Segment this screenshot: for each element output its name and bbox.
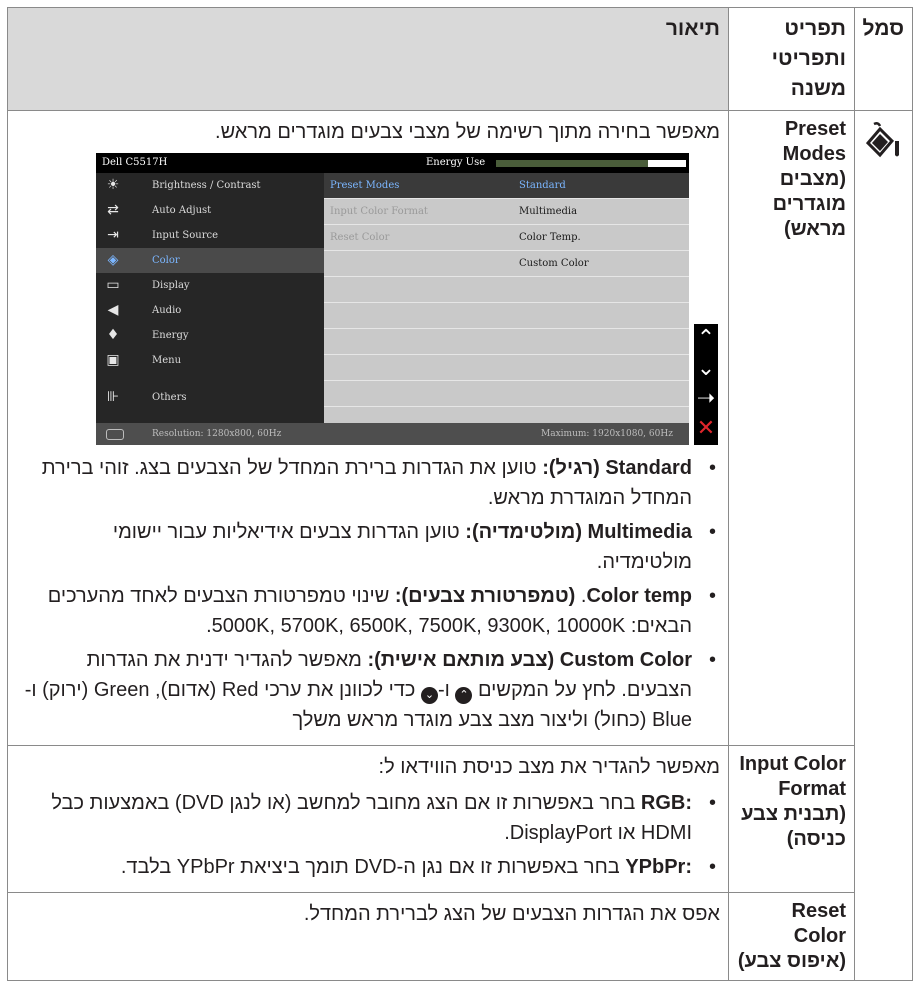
others-icon: ⊪ (106, 389, 120, 405)
osd-maximum: Maximum: 1920x1080, 60Hz (541, 429, 673, 439)
brightness-icon: ☀ (106, 177, 120, 193)
osd-resolution: Resolution: 1280x800, 60Hz (152, 429, 282, 439)
description-reset-color: אפס את הגדרות הצבעים של הצג לברירת המחדל… (7, 892, 729, 981)
list-item: YPbPr: בחר באפשרות זו אם נגן ה-DVD תומך … (16, 852, 716, 882)
list-item: RGB: בחר באפשרות זו אם הצג מחובר למחשב (… (16, 788, 716, 848)
table-row: Input Color Format (תבנית צבע כניסה) מאפ… (7, 745, 913, 893)
menu-description-table: סמל תפריט ותפריטי משנה תיאור Preset Mode… (7, 7, 913, 981)
osd-menu: Dell C5517H Energy Use ☀ Brightness / Con… (96, 153, 689, 445)
auto-adjust-icon: ⇄ (107, 202, 119, 218)
up-button-icon: ⌃ (455, 687, 473, 704)
preset-modes-list: Standard (רגיל): טוען את הגדרות ברירת המ… (16, 453, 720, 735)
osd-row-empty (324, 277, 689, 303)
down-button-icon: ⌄ (421, 687, 438, 704)
input-source-icon: ⇥ (107, 227, 119, 243)
list-item: Standard (רגיל): טוען את הגדרות ברירת המ… (16, 453, 716, 513)
osd-model: Dell C5517H (102, 157, 168, 168)
reset-color-intro: אפס את הגדרות הצבעים של הצג לברירת המחדל… (303, 903, 720, 925)
energy-bar (496, 160, 686, 167)
osd-row[interactable]: Reset Color Color Temp. (324, 225, 689, 251)
right-arrow-icon[interactable]: ➝ (694, 384, 718, 414)
preset-modes-intro: מאפשר בחירה מתוך רשימה של מצבי צבעים מוג… (215, 121, 720, 143)
energy-bar-fill (496, 160, 648, 167)
down-arrow-icon[interactable]: ⌄ (694, 354, 718, 384)
description-input-color-format: מאפשר להגדיר את מצב כניסת הווידאו ל: RGB… (7, 745, 729, 893)
osd-row[interactable]: Input Color Format Multimedia (324, 199, 689, 225)
input-color-format-intro: מאפשר להגדיר את מצב כניסת הווידאו ל: (378, 756, 720, 778)
list-item: Custom Color (צבע מותאם אישית): מאפשר לה… (16, 645, 716, 735)
menu-icon: ▣ (106, 352, 120, 368)
osd-screenshot: Dell C5517H Energy Use ☀ Brightness / Con… (96, 153, 720, 445)
audio-icon: ◀ (107, 302, 119, 318)
up-arrow-icon[interactable]: ⌃ (694, 324, 718, 354)
table-row: Reset Color (איפוס צבע) אפס את הגדרות הצ… (7, 892, 913, 981)
osd-main-menu: ☀ Brightness / Contrast ⇄ Auto Adjust ⇥ Inp… (96, 173, 324, 423)
osd-row[interactable]: Custom Color (324, 251, 689, 277)
submenu-reset-color: Reset Color (איפוס צבע) (728, 892, 855, 981)
osd-item-display[interactable]: ▭ Display (96, 273, 324, 298)
osd-item-energy[interactable]: ♦ Energy (96, 323, 324, 348)
osd-item-auto-adjust[interactable]: ⇄ Auto Adjust (96, 198, 324, 223)
energy-icon: ♦ (106, 327, 120, 343)
osd-row-empty (324, 303, 689, 329)
color-icon: ◈ (107, 252, 119, 268)
list-item: Multimedia (מולטימדיה): טוען הגדרות צבעי… (16, 517, 716, 577)
osd-item-brightness[interactable]: ☀ Brightness / Contrast (96, 173, 324, 198)
color-icon (865, 122, 899, 158)
osd-row-empty (324, 329, 689, 355)
vga-icon (106, 429, 124, 440)
close-icon[interactable]: ✕ (694, 414, 718, 444)
osd-item-color[interactable]: ◈ Color (96, 248, 324, 273)
osd-title-bar: Dell C5517H Energy Use (96, 153, 689, 173)
input-color-format-list: RGB: בחר באפשרות זו אם הצג מחובר למחשב (… (16, 788, 720, 882)
osd-submenu-panel: Preset Modes Standard Input Color Format M… (324, 173, 689, 423)
list-item: Color temp. (טמפרטורת צבעים): שינוי טמפר… (16, 581, 716, 641)
osd-status-bar: Resolution: 1280x800, 60Hz Maximum: 1920… (96, 423, 689, 445)
osd-item-others[interactable]: ⊪ Others (96, 373, 324, 423)
table-row: Preset Modes (מצבים מוגדרים מראש) מאפשר … (7, 110, 913, 981)
osd-row-empty (324, 355, 689, 381)
osd-row-empty (324, 381, 689, 407)
osd-buttons: ⌃ ⌄ ➝ ✕ (694, 324, 718, 445)
table-header-row: סמל תפריט ותפריטי משנה תיאור (7, 7, 913, 111)
osd-row[interactable]: Preset Modes Standard (324, 173, 689, 199)
header-symbol: סמל (854, 7, 913, 111)
osd-item-audio[interactable]: ◀ Audio (96, 298, 324, 323)
symbol-cell (854, 110, 913, 981)
submenu-preset-modes: Preset Modes (מצבים מוגדרים מראש) (728, 110, 855, 746)
submenu-input-color-format: Input Color Format (תבנית צבע כניסה) (728, 745, 855, 893)
header-submenu: תפריט ותפריטי משנה (728, 7, 855, 111)
osd-energy-label: Energy Use (426, 157, 486, 168)
display-icon: ▭ (106, 277, 120, 293)
osd-item-input-source[interactable]: ⇥ Input Source (96, 223, 324, 248)
description-preset-modes: מאפשר בחירה מתוך רשימה של מצבי צבעים מוג… (7, 110, 729, 746)
header-description: תיאור (7, 7, 729, 111)
osd-item-menu[interactable]: ▣ Menu (96, 348, 324, 373)
